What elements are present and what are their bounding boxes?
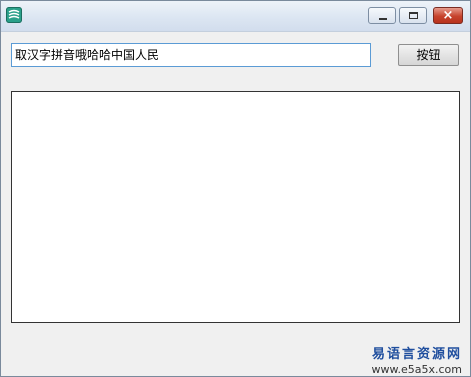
- output-textbox[interactable]: [11, 91, 460, 323]
- close-button[interactable]: ×: [433, 7, 463, 24]
- watermark-url: www.e5a5x.com: [371, 363, 462, 376]
- action-button[interactable]: 按钮: [398, 44, 459, 66]
- minimize-icon: [379, 18, 387, 20]
- text-input[interactable]: 取汉字拼音哦哈哈中国人民: [11, 43, 371, 67]
- watermark-chinese: 易语言资源网: [371, 347, 462, 362]
- watermark: 易语言资源网 www.e5a5x.com: [372, 343, 462, 376]
- minimize-button[interactable]: [368, 7, 396, 24]
- title-bar[interactable]: ×: [1, 1, 470, 32]
- app-icon[interactable]: [6, 7, 22, 23]
- main-window: × 取汉字拼音哦哈哈中国人民 按钮 易语言资源网 www.e5a5x.com: [0, 0, 471, 377]
- close-icon: ×: [442, 8, 454, 23]
- maximize-icon: [409, 12, 418, 19]
- maximize-button[interactable]: [399, 7, 427, 24]
